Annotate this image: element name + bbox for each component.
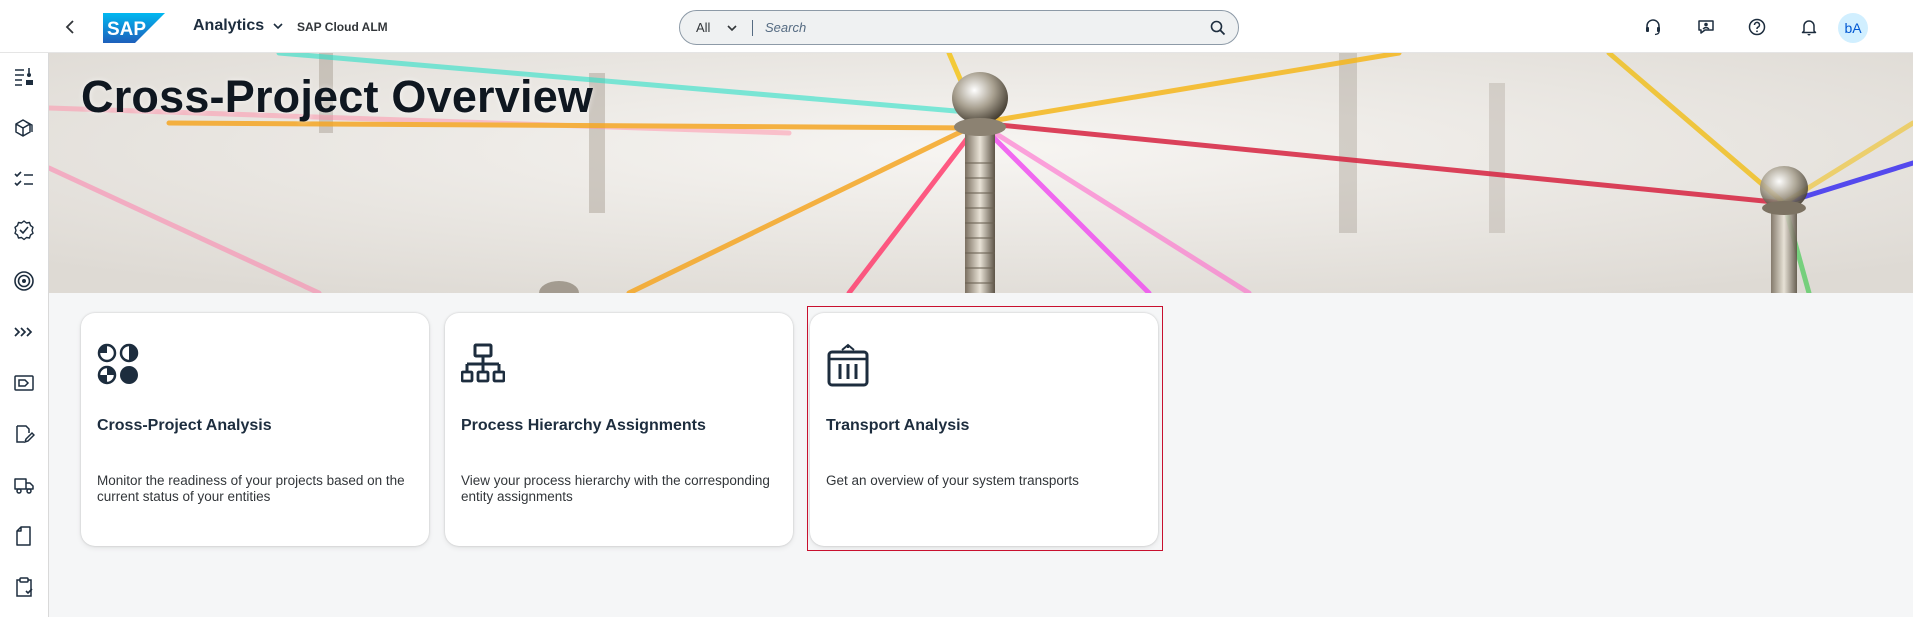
nav-item-approvals[interactable] <box>10 216 38 244</box>
clipboard-check-icon <box>16 577 33 597</box>
card-description: Monitor the readiness of your projects b… <box>97 473 405 504</box>
search-input[interactable] <box>753 11 1198 44</box>
app-title: Analytics <box>193 17 265 34</box>
org-hierarchy-icon <box>461 343 505 383</box>
search-button[interactable] <box>1198 11 1238 44</box>
search-scope-label: All <box>696 20 711 35</box>
target-icon <box>14 271 34 291</box>
shell-bar: SAP Analytics SAP Cloud ALM All bA <box>0 0 1913 53</box>
edit-document-icon <box>16 425 35 444</box>
side-navigation <box>0 53 49 617</box>
bell-icon <box>1801 20 1817 36</box>
card-transport-analysis[interactable]: Transport Analysis Get an overview of yo… <box>810 313 1158 546</box>
document-icon <box>16 526 31 546</box>
process-chevrons-icon <box>14 327 33 337</box>
card-process-hierarchy-assignments[interactable]: Process Hierarchy Assignments View your … <box>445 313 793 546</box>
help-icon <box>1748 18 1766 36</box>
card-title: Transport Analysis <box>826 417 970 434</box>
card-description: View your process hierarchy with the cor… <box>461 473 770 504</box>
sap-logo[interactable]: SAP <box>103 13 165 43</box>
nav-item-overview[interactable] <box>10 63 38 91</box>
app-title-menu[interactable]: Analytics <box>193 17 284 35</box>
nav-item-products[interactable] <box>10 114 38 142</box>
chevron-down-icon <box>727 24 738 31</box>
nav-item-checklist[interactable] <box>10 573 38 601</box>
svg-text:SAP: SAP <box>107 19 146 40</box>
nav-item-deliveries[interactable] <box>10 471 38 499</box>
headset-icon <box>1646 19 1660 36</box>
pie-chart-grid-icon <box>97 343 139 385</box>
product-name: SAP Cloud ALM <box>297 20 388 34</box>
cubes-icon <box>15 119 33 137</box>
user-avatar[interactable]: bA <box>1838 13 1868 43</box>
truck-icon <box>14 478 34 494</box>
chevron-down-icon <box>273 23 283 30</box>
feedback-button[interactable] <box>1693 14 1719 40</box>
transport-container-icon <box>827 343 869 387</box>
nav-item-labels[interactable] <box>10 369 38 397</box>
nav-item-documents[interactable] <box>10 522 38 550</box>
chevron-left-icon <box>65 20 74 34</box>
help-button[interactable] <box>1744 14 1770 40</box>
support-button[interactable] <box>1640 14 1666 40</box>
card-title: Process Hierarchy Assignments <box>461 417 706 434</box>
nav-item-process[interactable] <box>10 318 38 346</box>
nav-item-target[interactable] <box>10 267 38 295</box>
approval-check-icon <box>14 220 34 241</box>
hero-banner: Cross-Project Overview <box>49 53 1913 293</box>
card-cross-project-analysis[interactable]: Cross-Project Analysis Monitor the readi… <box>81 313 429 546</box>
nav-item-tasks[interactable] <box>10 165 38 193</box>
search-icon <box>1210 20 1226 35</box>
chat-user-icon <box>1698 20 1714 34</box>
notifications-button[interactable] <box>1796 14 1822 40</box>
search-scope-select[interactable]: All <box>680 11 752 44</box>
nav-item-edit[interactable] <box>10 420 38 448</box>
card-title: Cross-Project Analysis <box>97 417 272 434</box>
page-title: Cross-Project Overview <box>81 71 594 122</box>
back-button[interactable] <box>58 14 82 40</box>
task-list-icon <box>14 171 33 187</box>
card-description: Get an overview of your system transport… <box>826 473 1079 488</box>
label-tag-icon <box>14 375 34 391</box>
search-field: All <box>679 10 1239 45</box>
overview-settings-icon <box>15 68 33 86</box>
